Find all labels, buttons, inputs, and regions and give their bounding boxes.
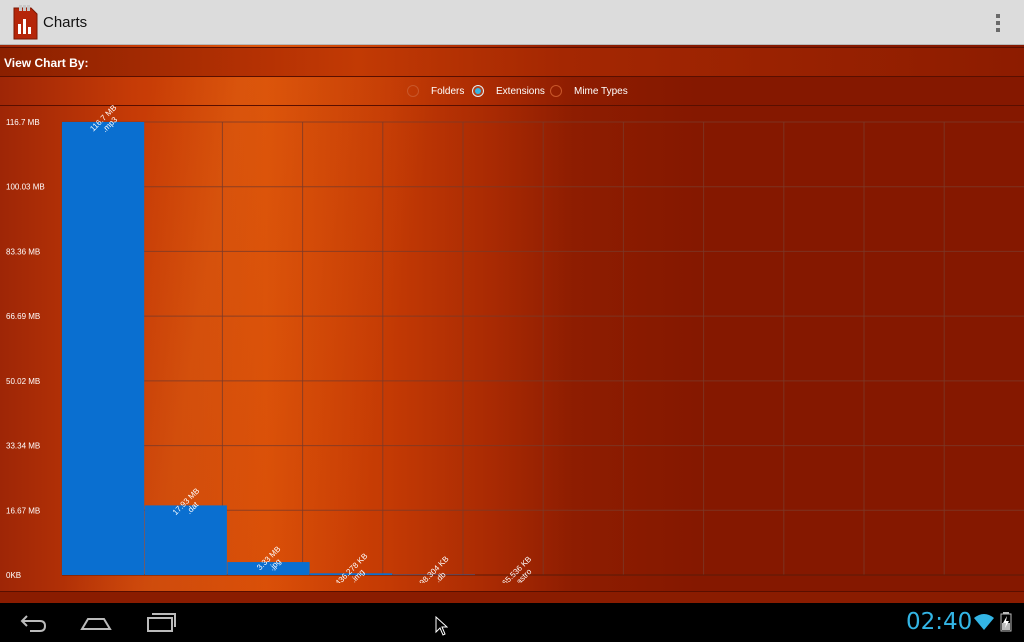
y-tick-label: 50.02 MB: [6, 377, 40, 386]
bar-label-group: 65.536 KB.astro: [500, 555, 539, 583]
home-icon[interactable]: [80, 609, 112, 635]
bar-chart: 116.7 MB 100.03 MB 83.36 MB 66.69 MB 50.02 M…: [0, 105, 1024, 583]
mouse-cursor-icon: [434, 616, 448, 642]
y-tick-label: 100.03 MB: [6, 183, 45, 192]
action-bar: Charts: [0, 0, 1024, 45]
radio-extensions[interactable]: Extensions: [472, 83, 545, 99]
battery-charging-icon: [1000, 612, 1012, 637]
radio-extensions-circle[interactable]: [472, 85, 484, 97]
bar-mp3: [62, 122, 144, 575]
view-by-header: View Chart By:: [0, 47, 1024, 77]
y-tick-label: 66.69 MB: [6, 312, 40, 321]
radio-folders[interactable]: Folders: [407, 83, 464, 99]
radio-folders-circle[interactable]: [407, 85, 419, 97]
back-icon[interactable]: [18, 609, 48, 635]
status-clock: 02:40: [906, 609, 972, 635]
radio-mime-types-circle[interactable]: [550, 85, 562, 97]
radio-folders-label: Folders: [431, 86, 464, 97]
y-tick-label: 16.67 MB: [6, 506, 40, 515]
bar-dat: [145, 505, 227, 575]
chart-footer-strip: [0, 591, 1024, 603]
y-tick-label: 0KB: [6, 571, 21, 580]
radio-extensions-label: Extensions: [496, 86, 545, 97]
app-title: Charts: [43, 14, 87, 31]
overflow-menu-icon[interactable]: [988, 10, 1008, 36]
view-by-options: Folders Extensions Mime Types: [0, 75, 1024, 106]
chart-screen: View Chart By: Folders Extensions Mime T…: [0, 45, 1024, 603]
view-by-label: View Chart By:: [4, 56, 88, 70]
sd-card-chart-icon[interactable]: [11, 5, 39, 41]
radio-mime-types[interactable]: Mime Types: [550, 83, 628, 99]
wifi-icon: [973, 613, 995, 636]
bar-label-group: 98.304 KB.db: [418, 554, 457, 583]
y-tick-label: 83.36 MB: [6, 247, 40, 256]
y-tick-label: 116.7 MB: [6, 118, 40, 127]
radio-mime-types-label: Mime Types: [574, 86, 628, 97]
system-nav-bar: 02:40: [0, 603, 1024, 640]
bar-chart-svg: 116.7 MB 100.03 MB 83.36 MB 66.69 MB 50.02 M…: [0, 105, 1024, 583]
bar-label-group: 436.278 KB.img: [333, 552, 375, 583]
y-tick-label: 33.34 MB: [6, 442, 40, 451]
recent-apps-icon[interactable]: [145, 609, 177, 635]
